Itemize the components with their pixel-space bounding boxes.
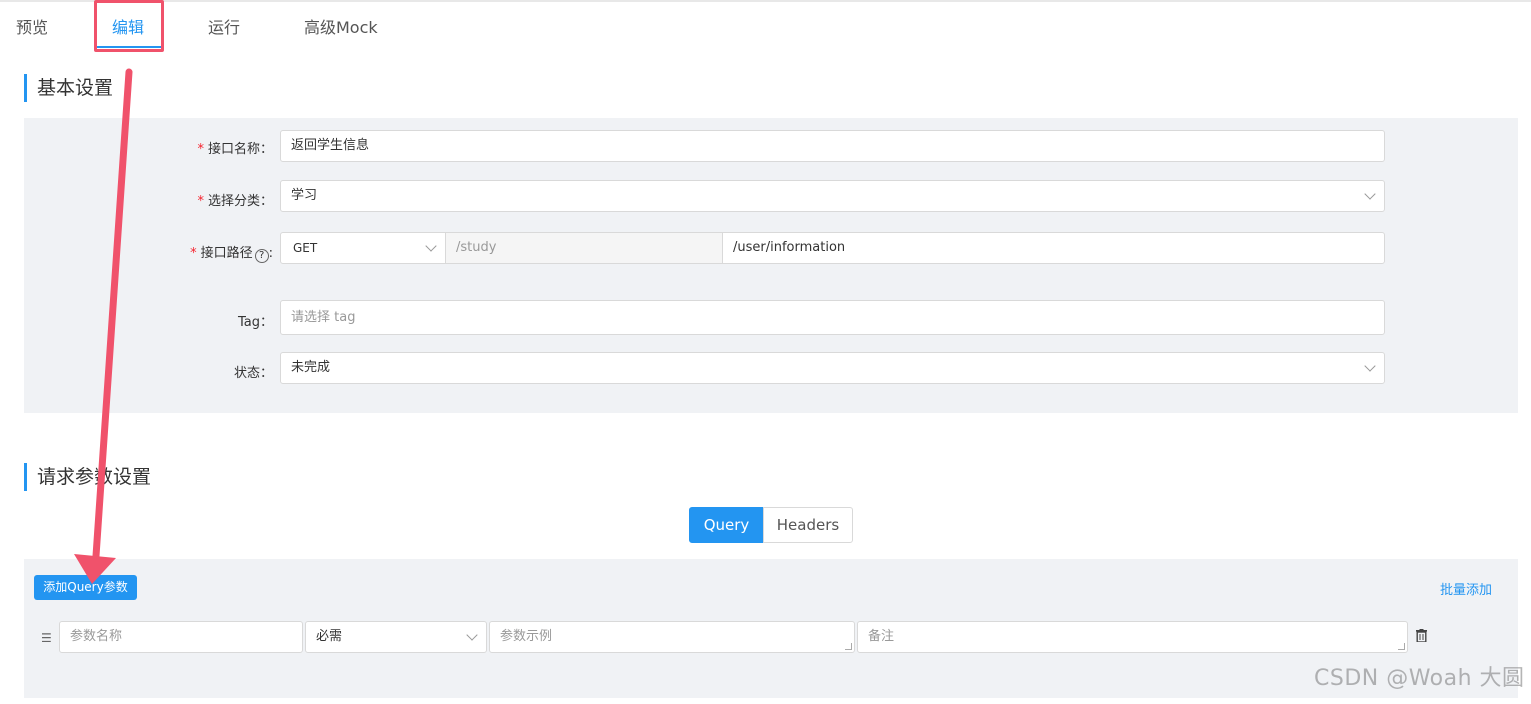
param-required-select[interactable]: 必需 (305, 621, 487, 653)
path-value: /user/information (733, 240, 846, 255)
add-query-param-button[interactable]: 添加Query参数 (34, 575, 137, 600)
interface-name-label: * 接口名称： (197, 138, 273, 157)
status-select[interactable]: 未完成 (280, 352, 1385, 384)
category-value: 学习 (291, 188, 318, 203)
bulk-add-link[interactable]: 批量添加 (1440, 579, 1492, 598)
path-label-colon: : (268, 246, 273, 261)
status-value: 未完成 (291, 360, 331, 375)
section-title-request: 请求参数设置 (24, 463, 151, 491)
param-example-textarea[interactable]: 参数示例 (489, 621, 855, 653)
tag-placeholder: 请选择 tag (291, 310, 356, 325)
chevron-down-icon (466, 629, 478, 641)
method-select[interactable]: GET (280, 232, 446, 264)
method-value: GET (293, 241, 318, 255)
category-label: * 选择分类： (197, 190, 273, 209)
required-mark: * (190, 246, 197, 261)
page: 预览 编辑 运行 高级Mock 基本设置 * 接口名称： 返回学生信息 * 选择分类… (0, 0, 1531, 704)
interface-name-value: 返回学生信息 (291, 138, 370, 153)
param-name-placeholder: 参数名称 (70, 629, 123, 644)
drag-handle-icon[interactable]: ☰ (41, 631, 52, 645)
watermark: CSDN @Woah 大圆 (1314, 666, 1525, 691)
tab-headers[interactable]: Headers (763, 507, 853, 543)
param-example-placeholder: 参数示例 (500, 629, 553, 644)
required-mark: * (197, 142, 204, 157)
category-select[interactable]: 学习 (280, 180, 1385, 212)
annotation-highlight-box (94, 0, 164, 52)
status-label: 状态： (233, 366, 273, 381)
help-icon[interactable]: ? (254, 249, 269, 263)
section-title-basic: 基本设置 (24, 74, 113, 102)
chevron-down-icon (425, 240, 437, 252)
category-label-text: 选择分类： (207, 194, 273, 209)
interface-name-input[interactable]: 返回学生信息 (280, 130, 1385, 162)
resize-handle-icon[interactable] (845, 643, 852, 650)
tag-label: Tag： (237, 315, 273, 330)
path-label-text: 接口路径 (200, 246, 253, 261)
chevron-down-icon (1364, 360, 1376, 372)
tab-advanced-mock[interactable]: 高级Mock (304, 14, 378, 38)
required-mark: * (197, 194, 204, 209)
interface-name-label-text: 接口名称： (207, 142, 273, 157)
path-input[interactable]: /user/information (722, 232, 1385, 264)
tag-select[interactable]: 请选择 tag (280, 300, 1385, 335)
base-path-field: /study (445, 232, 723, 264)
tab-preview[interactable]: 预览 (16, 14, 48, 38)
tab-bar: 预览 编辑 运行 高级Mock (0, 0, 1531, 52)
base-path-value: /study (456, 240, 497, 255)
delete-icon[interactable] (1416, 629, 1427, 642)
tab-run[interactable]: 运行 (208, 14, 240, 38)
resize-handle-icon[interactable] (1398, 643, 1405, 650)
param-name-input[interactable]: 参数名称 (59, 621, 303, 653)
param-note-placeholder: 备注 (868, 629, 895, 644)
param-note-textarea[interactable]: 备注 (857, 621, 1408, 653)
chevron-down-icon (1364, 188, 1376, 200)
path-label: * 接口路径?: (190, 242, 273, 263)
param-required-value: 必需 (316, 629, 343, 644)
tab-query[interactable]: Query (689, 507, 764, 543)
